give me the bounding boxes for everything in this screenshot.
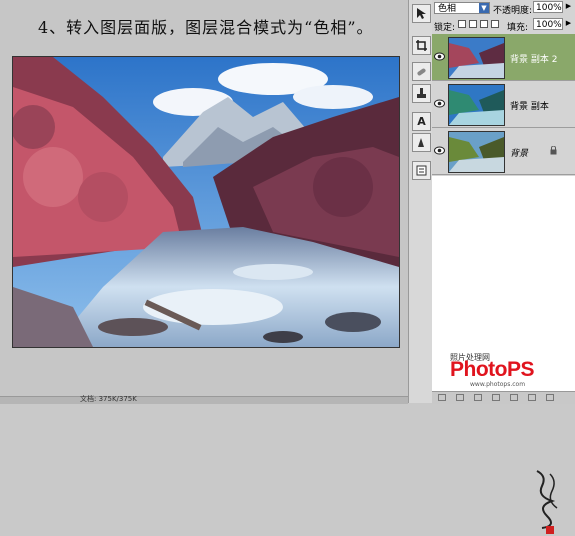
crop-tool[interactable] — [412, 36, 431, 55]
opacity-input[interactable]: 100% — [533, 1, 563, 13]
bandage-icon — [417, 68, 426, 76]
lock-fill-row: 锁定: 填充: 100% ▶ — [432, 18, 575, 33]
layer-thumbnail — [448, 37, 505, 79]
move-tool[interactable] — [412, 4, 431, 23]
chevron-down-icon: ▼ — [479, 3, 489, 13]
eye-icon[interactable] — [434, 146, 445, 155]
layer-row[interactable]: 背景 副本 2 — [432, 34, 575, 81]
tool-strip: A — [408, 0, 434, 403]
type-icon: A — [417, 115, 426, 128]
document-image[interactable] — [12, 56, 400, 348]
add-mask-icon[interactable] — [474, 394, 482, 401]
fill-label: 填充: — [507, 23, 529, 33]
layer-thumbnail — [448, 131, 505, 173]
thumbnail-image — [449, 85, 504, 125]
lock-transparency-icon[interactable] — [458, 20, 466, 28]
note-icon — [416, 165, 427, 176]
layer-thumbnail — [448, 84, 505, 126]
opacity-arrow-icon[interactable]: ▶ — [564, 2, 573, 12]
layers-panel: 色相 ▼ 不透明度: 100% ▶ 锁定: 填充: 100% ▶ 背景 副本 2 — [432, 0, 575, 534]
watermark-url: www.photops.com — [470, 381, 526, 388]
lock-label: 锁定: — [434, 23, 456, 33]
arrow-icon — [417, 8, 426, 19]
thumbnail-image — [449, 132, 504, 172]
type-tool[interactable]: A — [412, 112, 431, 131]
lock-position-icon[interactable] — [480, 20, 488, 28]
fill-arrow-icon[interactable]: ▶ — [564, 19, 573, 29]
stamp-icon — [417, 88, 426, 98]
stamp-tool[interactable] — [412, 84, 431, 103]
watermark-brand: PhotoPS — [450, 358, 535, 381]
layer-name: 背景 副本 — [510, 102, 549, 112]
trash-icon[interactable] — [546, 394, 554, 401]
layer-style-icon[interactable] — [456, 394, 464, 401]
new-group-icon[interactable] — [510, 394, 518, 401]
landscape-photo — [13, 57, 399, 347]
layers-empty-area: 照片处理网 PhotoPS www.photops.com — [432, 176, 575, 534]
instruction-text: 4、转入图层面版，图层混合模式为“色相”。 — [38, 18, 374, 37]
signature-mark — [536, 470, 558, 534]
lock-pixels-icon[interactable] — [469, 20, 477, 28]
crop-icon — [416, 40, 427, 51]
blend-options-row: 色相 ▼ 不透明度: 100% ▶ — [432, 1, 575, 16]
layer-name: 背景 — [510, 149, 529, 159]
new-layer-icon[interactable] — [528, 394, 536, 401]
blend-mode-select[interactable]: 色相 ▼ — [434, 2, 490, 14]
healing-tool[interactable] — [412, 62, 431, 81]
lock-all-icon[interactable] — [491, 20, 499, 28]
layer-row[interactable]: 背景 — [432, 128, 575, 175]
pen-icon — [418, 138, 424, 147]
canvas-area: 4、转入图层面版，图层混合模式为“色相”。 文档: 375K/375K — [0, 0, 408, 404]
link-layers-icon[interactable] — [438, 394, 446, 401]
thumbnail-image — [449, 38, 504, 78]
eye-icon[interactable] — [434, 52, 445, 61]
opacity-label: 不透明度: — [493, 6, 533, 16]
layer-name: 背景 副本 2 — [510, 55, 558, 65]
layers-footer — [432, 391, 575, 404]
adjustment-layer-icon[interactable] — [492, 394, 500, 401]
blend-mode-value: 色相 — [438, 4, 457, 14]
lock-icon — [550, 146, 557, 155]
notes-tool[interactable] — [412, 161, 431, 180]
layer-row[interactable]: 背景 副本 — [432, 81, 575, 128]
eye-icon[interactable] — [434, 99, 445, 108]
pen-tool[interactable] — [412, 133, 431, 152]
fill-input[interactable]: 100% — [533, 18, 563, 30]
